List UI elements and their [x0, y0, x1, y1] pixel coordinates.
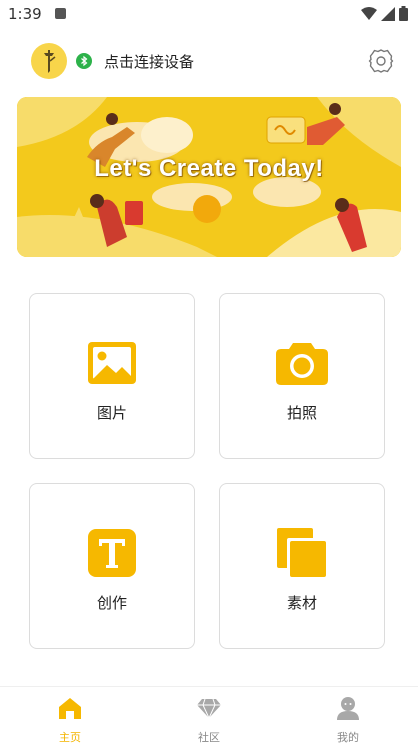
banner-title: Let's Create Today! [94, 155, 324, 182]
material-card[interactable]: 素材 [219, 483, 385, 649]
picture-card[interactable]: 图片 [29, 293, 195, 459]
create-card[interactable]: 创作 [29, 483, 195, 649]
tab-home-label: 主页 [59, 731, 81, 744]
tab-community[interactable]: 社区 [139, 687, 279, 745]
tab-profile[interactable]: 我的 [278, 687, 418, 745]
connect-device-link[interactable]: 点击连接设备 [104, 51, 194, 72]
tab-profile-label: 我的 [337, 731, 359, 744]
copy-icon [277, 528, 327, 578]
pen-icon [44, 50, 56, 73]
picture-label: 图片 [96, 404, 127, 422]
person-icon [337, 697, 359, 720]
material-label: 素材 [286, 594, 317, 612]
camera-label: 拍照 [286, 404, 317, 422]
top-bar: 点击连接设备 [0, 40, 418, 84]
promo-banner[interactable]: Let's Create Today! [17, 97, 401, 257]
bottom-tab-bar: 主页 社区 我的 [0, 686, 418, 745]
text-icon [88, 529, 136, 577]
status-icons [361, 6, 408, 21]
camera-card[interactable]: 拍照 [219, 293, 385, 459]
home-icon [59, 698, 81, 719]
signal-icon [381, 6, 395, 21]
diamond-icon [197, 698, 221, 720]
status-bar: 1:39 [0, 0, 418, 28]
tab-home[interactable]: 主页 [0, 687, 140, 745]
settings-button[interactable] [366, 46, 396, 76]
camera-icon [276, 343, 328, 385]
device-avatar[interactable] [31, 43, 67, 79]
tab-community-label: 社区 [198, 731, 220, 744]
notification-icon [55, 8, 66, 19]
wifi-icon [361, 6, 377, 20]
bluetooth-icon [76, 53, 92, 69]
create-label: 创作 [96, 594, 127, 612]
battery-icon [399, 6, 408, 21]
image-icon [88, 342, 136, 384]
gear-icon [368, 49, 394, 73]
status-time: 1:39 [8, 5, 42, 23]
